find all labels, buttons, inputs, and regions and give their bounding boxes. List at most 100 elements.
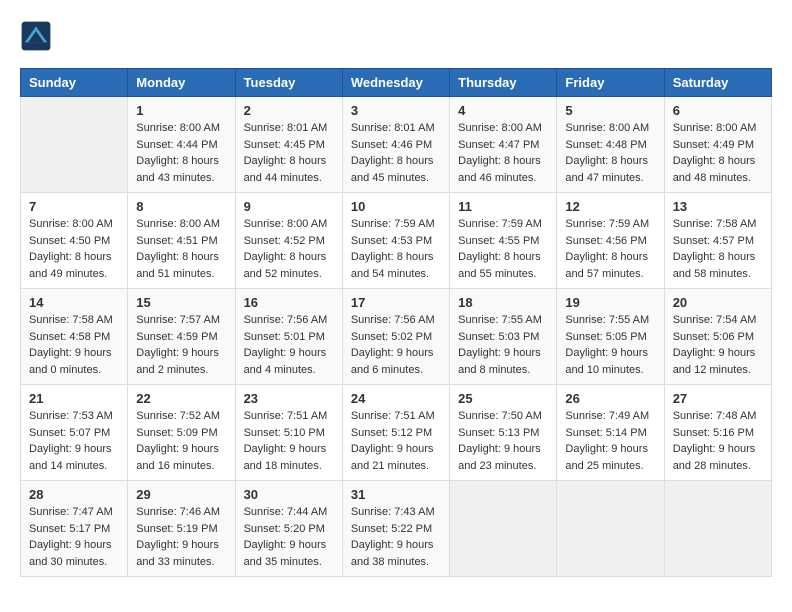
day-number: 5 bbox=[565, 103, 655, 118]
day-number: 15 bbox=[136, 295, 226, 310]
day-info: Sunrise: 7:46 AMSunset: 5:19 PMDaylight:… bbox=[136, 504, 226, 570]
day-info: Sunrise: 8:01 AMSunset: 4:45 PMDaylight:… bbox=[244, 120, 334, 186]
calendar-cell: 15 Sunrise: 7:57 AMSunset: 4:59 PMDayligh… bbox=[128, 289, 235, 385]
calendar-cell: 22Sunrise: 7:52 AMSunset: 5:09 PMDayligh… bbox=[128, 385, 235, 481]
calendar-cell: 14 Sunrise: 7:58 AMSunset: 4:58 PMDayligh… bbox=[21, 289, 128, 385]
day-number: 20 bbox=[673, 295, 763, 310]
day-info: Sunrise: 8:00 AMSunset: 4:48 PMDaylight:… bbox=[565, 120, 655, 186]
day-info: Sunrise: 7:49 AMSunset: 5:14 PMDaylight:… bbox=[565, 408, 655, 474]
day-number: 27 bbox=[673, 391, 763, 406]
day-number: 3 bbox=[351, 103, 441, 118]
page-header bbox=[20, 20, 772, 52]
day-number: 19 bbox=[565, 295, 655, 310]
calendar-cell: 1 Sunrise: 8:00 AMSunset: 4:44 PMDaylight… bbox=[128, 97, 235, 193]
day-info: Sunrise: 7:55 AMSunset: 5:03 PMDaylight:… bbox=[458, 312, 548, 378]
calendar-cell bbox=[450, 481, 557, 577]
day-number: 6 bbox=[673, 103, 763, 118]
day-number: 1 bbox=[136, 103, 226, 118]
day-number: 11 bbox=[458, 199, 548, 214]
calendar-cell: 11 Sunrise: 7:59 AMSunset: 4:55 PMDayligh… bbox=[450, 193, 557, 289]
day-info: Sunrise: 8:00 AMSunset: 4:52 PMDaylight:… bbox=[244, 216, 334, 282]
day-info: Sunrise: 7:58 AMSunset: 4:58 PMDaylight:… bbox=[29, 312, 119, 378]
day-info: Sunrise: 7:55 AMSunset: 5:05 PMDaylight:… bbox=[565, 312, 655, 378]
day-info: Sunrise: 7:51 AMSunset: 5:12 PMDaylight:… bbox=[351, 408, 441, 474]
logo bbox=[20, 20, 56, 52]
calendar-cell: 8Sunrise: 8:00 AMSunset: 4:51 PMDaylight… bbox=[128, 193, 235, 289]
calendar-cell: 30 Sunrise: 7:44 AMSunset: 5:20 PMDayligh… bbox=[235, 481, 342, 577]
day-number: 23 bbox=[244, 391, 334, 406]
day-info: Sunrise: 7:50 AMSunset: 5:13 PMDaylight:… bbox=[458, 408, 548, 474]
day-number: 9 bbox=[244, 199, 334, 214]
day-number: 21 bbox=[29, 391, 119, 406]
calendar-cell: 10 Sunrise: 7:59 AMSunset: 4:53 PMDayligh… bbox=[342, 193, 449, 289]
calendar-cell: 26 Sunrise: 7:49 AMSunset: 5:14 PMDayligh… bbox=[557, 385, 664, 481]
day-number: 2 bbox=[244, 103, 334, 118]
calendar-cell: 2 Sunrise: 8:01 AMSunset: 4:45 PMDaylight… bbox=[235, 97, 342, 193]
day-info: Sunrise: 7:52 AMSunset: 5:09 PMDaylight:… bbox=[136, 408, 226, 474]
day-info: Sunrise: 7:44 AMSunset: 5:20 PMDaylight:… bbox=[244, 504, 334, 570]
day-info: Sunrise: 7:51 AMSunset: 5:10 PMDaylight:… bbox=[244, 408, 334, 474]
day-info: Sunrise: 8:01 AMSunset: 4:46 PMDaylight:… bbox=[351, 120, 441, 186]
day-info: Sunrise: 7:59 AMSunset: 4:56 PMDaylight:… bbox=[565, 216, 655, 282]
calendar-cell: 12Sunrise: 7:59 AMSunset: 4:56 PMDayligh… bbox=[557, 193, 664, 289]
weekday-header: Monday bbox=[128, 69, 235, 97]
day-info: Sunrise: 8:00 AMSunset: 4:44 PMDaylight:… bbox=[136, 120, 226, 186]
day-number: 29 bbox=[136, 487, 226, 502]
calendar-cell: 4 Sunrise: 8:00 AMSunset: 4:47 PMDaylight… bbox=[450, 97, 557, 193]
day-number: 24 bbox=[351, 391, 441, 406]
weekday-header: Friday bbox=[557, 69, 664, 97]
calendar-row: 1 Sunrise: 8:00 AMSunset: 4:44 PMDaylight… bbox=[21, 97, 772, 193]
calendar-cell: 6 Sunrise: 8:00 AMSunset: 4:49 PMDaylight… bbox=[664, 97, 771, 193]
day-number: 31 bbox=[351, 487, 441, 502]
day-info: Sunrise: 8:00 AMSunset: 4:47 PMDaylight:… bbox=[458, 120, 548, 186]
calendar-cell: 5 Sunrise: 8:00 AMSunset: 4:48 PMDaylight… bbox=[557, 97, 664, 193]
day-info: Sunrise: 7:59 AMSunset: 4:55 PMDaylight:… bbox=[458, 216, 548, 282]
weekday-header: Wednesday bbox=[342, 69, 449, 97]
day-number: 25 bbox=[458, 391, 548, 406]
calendar-cell: 24 Sunrise: 7:51 AMSunset: 5:12 PMDayligh… bbox=[342, 385, 449, 481]
day-info: Sunrise: 7:59 AMSunset: 4:53 PMDaylight:… bbox=[351, 216, 441, 282]
calendar-cell: 25 Sunrise: 7:50 AMSunset: 5:13 PMDayligh… bbox=[450, 385, 557, 481]
day-number: 28 bbox=[29, 487, 119, 502]
day-info: Sunrise: 7:54 AMSunset: 5:06 PMDaylight:… bbox=[673, 312, 763, 378]
calendar-cell: 19 Sunrise: 7:55 AMSunset: 5:05 PMDayligh… bbox=[557, 289, 664, 385]
calendar-cell: 7Sunrise: 8:00 AMSunset: 4:50 PMDaylight… bbox=[21, 193, 128, 289]
calendar-table: SundayMondayTuesdayWednesdayThursdayFrid… bbox=[20, 68, 772, 577]
weekday-header: Sunday bbox=[21, 69, 128, 97]
day-number: 10 bbox=[351, 199, 441, 214]
day-info: Sunrise: 8:00 AMSunset: 4:50 PMDaylight:… bbox=[29, 216, 119, 282]
calendar-cell bbox=[21, 97, 128, 193]
day-number: 17 bbox=[351, 295, 441, 310]
calendar-cell: 21 Sunrise: 7:53 AMSunset: 5:07 PMDayligh… bbox=[21, 385, 128, 481]
day-info: Sunrise: 7:57 AMSunset: 4:59 PMDaylight:… bbox=[136, 312, 226, 378]
day-number: 14 bbox=[29, 295, 119, 310]
day-number: 13 bbox=[673, 199, 763, 214]
day-info: Sunrise: 7:43 AMSunset: 5:22 PMDaylight:… bbox=[351, 504, 441, 570]
calendar-cell: 16 Sunrise: 7:56 AMSunset: 5:01 PMDayligh… bbox=[235, 289, 342, 385]
calendar-cell: 20 Sunrise: 7:54 AMSunset: 5:06 PMDayligh… bbox=[664, 289, 771, 385]
calendar-header: SundayMondayTuesdayWednesdayThursdayFrid… bbox=[21, 69, 772, 97]
day-info: Sunrise: 7:58 AMSunset: 4:57 PMDaylight:… bbox=[673, 216, 763, 282]
calendar-cell: 3 Sunrise: 8:01 AMSunset: 4:46 PMDaylight… bbox=[342, 97, 449, 193]
calendar-cell: 13 Sunrise: 7:58 AMSunset: 4:57 PMDayligh… bbox=[664, 193, 771, 289]
weekday-header: Tuesday bbox=[235, 69, 342, 97]
day-number: 16 bbox=[244, 295, 334, 310]
day-number: 30 bbox=[244, 487, 334, 502]
calendar-cell: 9 Sunrise: 8:00 AMSunset: 4:52 PMDaylight… bbox=[235, 193, 342, 289]
logo-icon bbox=[20, 20, 52, 52]
day-number: 26 bbox=[565, 391, 655, 406]
calendar-row: 7Sunrise: 8:00 AMSunset: 4:50 PMDaylight… bbox=[21, 193, 772, 289]
weekday-header: Thursday bbox=[450, 69, 557, 97]
day-info: Sunrise: 7:47 AMSunset: 5:17 PMDaylight:… bbox=[29, 504, 119, 570]
day-info: Sunrise: 7:53 AMSunset: 5:07 PMDaylight:… bbox=[29, 408, 119, 474]
calendar-cell: 17Sunrise: 7:56 AMSunset: 5:02 PMDayligh… bbox=[342, 289, 449, 385]
day-number: 4 bbox=[458, 103, 548, 118]
weekday-header: Saturday bbox=[664, 69, 771, 97]
calendar-cell: 28 Sunrise: 7:47 AMSunset: 5:17 PMDayligh… bbox=[21, 481, 128, 577]
day-info: Sunrise: 8:00 AMSunset: 4:49 PMDaylight:… bbox=[673, 120, 763, 186]
calendar-row: 21 Sunrise: 7:53 AMSunset: 5:07 PMDayligh… bbox=[21, 385, 772, 481]
calendar-cell: 31 Sunrise: 7:43 AMSunset: 5:22 PMDayligh… bbox=[342, 481, 449, 577]
day-info: Sunrise: 7:48 AMSunset: 5:16 PMDaylight:… bbox=[673, 408, 763, 474]
calendar-cell: 29 Sunrise: 7:46 AMSunset: 5:19 PMDayligh… bbox=[128, 481, 235, 577]
day-info: Sunrise: 7:56 AMSunset: 5:01 PMDaylight:… bbox=[244, 312, 334, 378]
